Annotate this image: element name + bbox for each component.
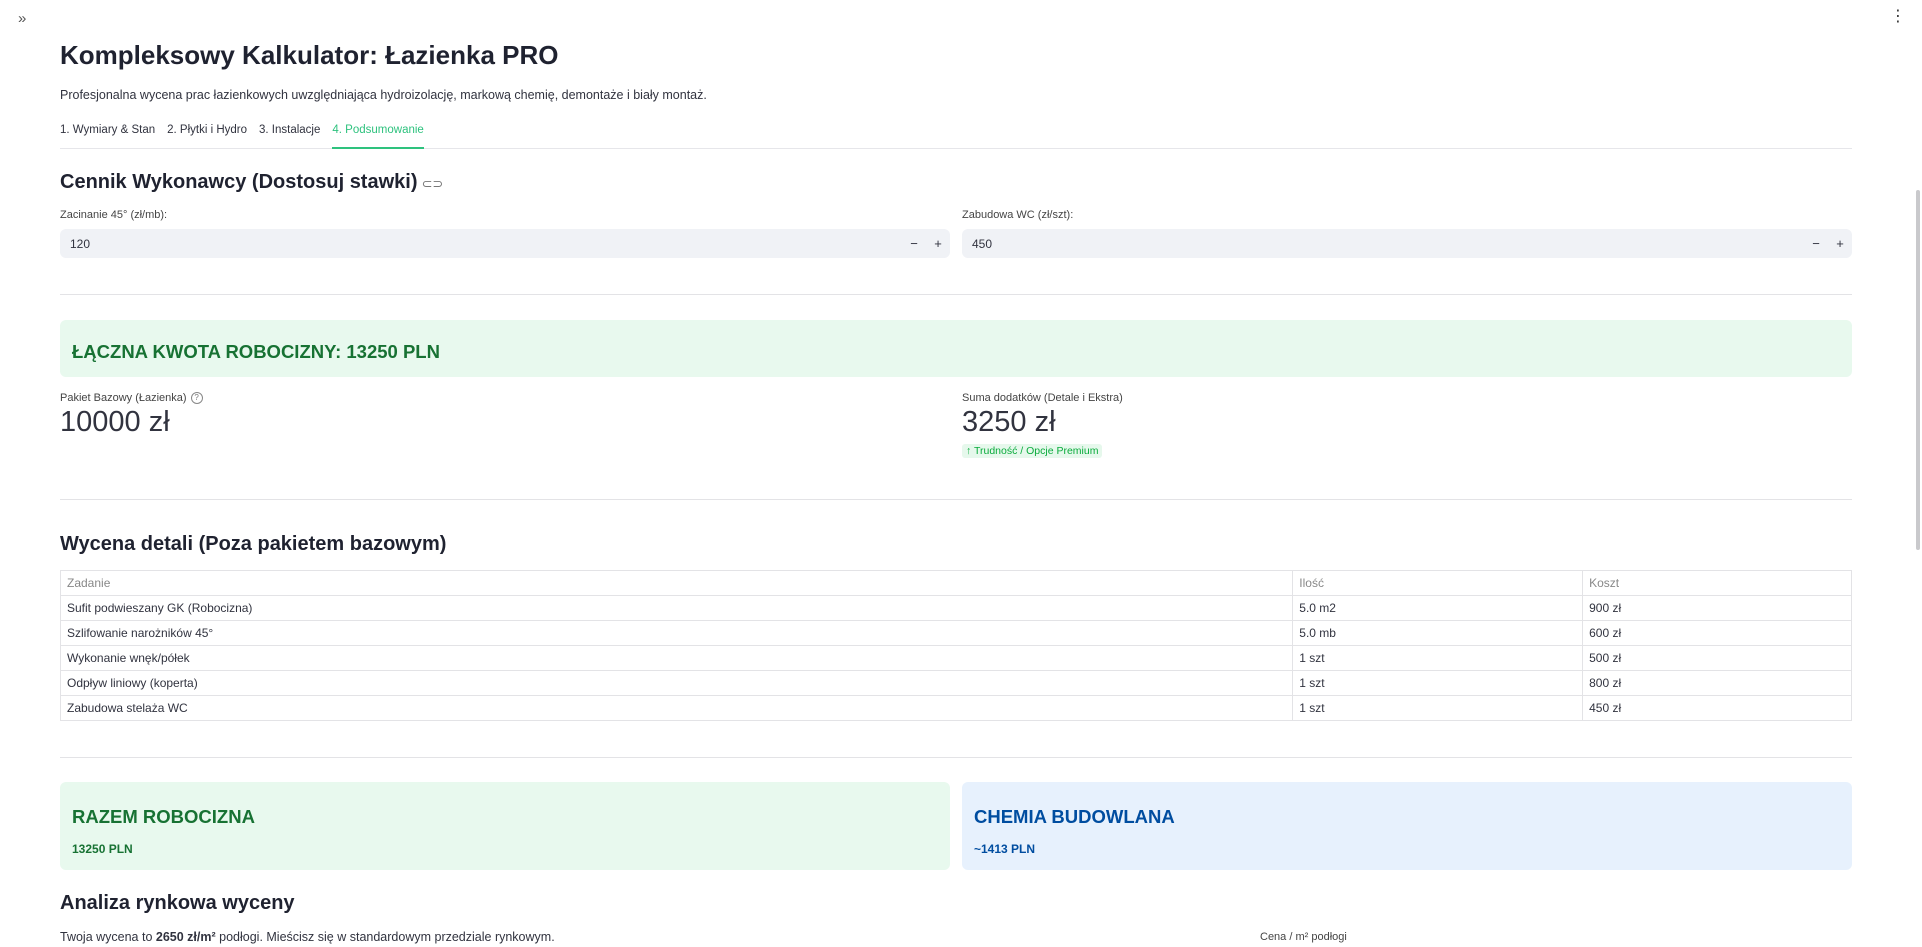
base-package-value: 10000 zł	[60, 406, 170, 438]
table-row: Szlifowanie narożników 45° 5.0 mb 600 zł	[60, 620, 1852, 646]
table-cell[interactable]: 5.0 m2	[1292, 595, 1584, 621]
table-row: Odpływ liniowy (koperta) 1 szt 800 zł	[60, 670, 1852, 696]
table-cell[interactable]: 800 zł	[1582, 670, 1852, 696]
help-icon[interactable]: ?	[190, 392, 203, 405]
pricing-title-text: Cennik Wykonawcy (Dostosuj stawki)	[60, 171, 418, 193]
extras-delta-badge: ↑ Trudność / Opcje Premium	[962, 444, 1103, 458]
tab-podsumowanie[interactable]: 4. Podsumowanie	[332, 120, 424, 149]
tab-wymiary[interactable]: 1. Wymiary & Stan	[60, 120, 155, 147]
base-package-label: Pakiet Bazowy (Łazienka)?	[60, 392, 203, 405]
zacinanie-increment-button[interactable]: +	[926, 236, 950, 251]
main-menu-icon[interactable]: ⋮	[1890, 9, 1906, 25]
divider	[60, 757, 1852, 758]
pricing-section-title: Cennik Wykonawcy (Dostosuj stawki) ⊂⊃	[60, 171, 443, 194]
column-header-zadanie[interactable]: Zadanie	[60, 570, 1294, 596]
anchor-link-icon[interactable]: ⊂⊃	[422, 176, 444, 191]
total-labor-text: ŁĄCZNA KWOTA ROBOCIZNY: 13250 PLN	[72, 341, 440, 362]
labor-total-value: 13250 PLN	[72, 842, 133, 856]
sidebar-expand-icon[interactable]: »	[18, 10, 26, 27]
table-cell[interactable]: 5.0 mb	[1292, 620, 1584, 646]
table-cell[interactable]: Odpływ liniowy (koperta)	[60, 670, 1294, 696]
page-scrollbar[interactable]	[1916, 190, 1920, 550]
chemistry-value: ~1413 PLN	[974, 842, 1036, 856]
zabudowa-wc-increment-button[interactable]: +	[1828, 236, 1852, 251]
details-section-title: Wycena detali (Poza pakietem bazowym)	[60, 533, 447, 555]
table-cell[interactable]: 450 zł	[1582, 695, 1852, 721]
column-header-koszt[interactable]: Koszt	[1582, 570, 1852, 596]
table-cell[interactable]: 600 zł	[1582, 620, 1852, 646]
zacinanie-input-value[interactable]: 120	[60, 237, 902, 251]
table-row: Wykonanie wnęk/półek 1 szt 500 zł	[60, 645, 1852, 671]
zabudowa-wc-label: Zabudowa WC (zł/szt):	[962, 209, 1074, 221]
total-labor-banner: ŁĄCZNA KWOTA ROBOCIZNY: 13250 PLN	[60, 320, 1852, 377]
page-title: Kompleksowy Kalkulator: Łazienka PRO	[60, 40, 559, 70]
analysis-text-after: podłogi. Mieścisz się w standardowym prz…	[215, 930, 555, 944]
divider	[60, 499, 1852, 500]
page-subtitle: Profesjonalna wycena prac łazienkowych u…	[60, 88, 707, 102]
tab-bar: 1. Wymiary & Stan 2. Płytki i Hydro 3. I…	[60, 120, 1852, 149]
zabudowa-wc-decrement-button[interactable]: −	[1804, 236, 1828, 251]
table-cell[interactable]: Wykonanie wnęk/półek	[60, 645, 1294, 671]
table-cell[interactable]: 500 zł	[1582, 645, 1852, 671]
zacinanie-number-input: 120 − +	[60, 229, 950, 258]
price-per-m2-value: 2650 zł/m²	[155, 930, 216, 944]
table-cell[interactable]: 900 zł	[1582, 595, 1852, 621]
extras-sum-value: 3250 zł	[962, 406, 1056, 438]
table-cell[interactable]: Szlifowanie narożników 45°	[60, 620, 1294, 646]
tab-plytki[interactable]: 2. Płytki i Hydro	[167, 120, 247, 147]
price-per-m2-label: Cena / m² podłogi	[1260, 931, 1347, 943]
table-header-row: Zadanie Ilość Koszt	[60, 570, 1852, 596]
base-package-label-text: Pakiet Bazowy (Łazienka)	[60, 392, 187, 404]
analysis-text: Twoja wycena to 2650 zł/m² podłogi. Mieś…	[60, 930, 555, 944]
divider	[60, 294, 1852, 295]
extras-sum-label: Suma dodatków (Detale i Ekstra)	[962, 392, 1123, 404]
zacinanie-label: Zacinanie 45° (zł/mb):	[60, 209, 168, 221]
details-table: Zadanie Ilość Koszt Sufit podwieszany GK…	[60, 570, 1852, 721]
labor-total-card: RAZEM ROBOCIZNA 13250 PLN	[60, 782, 950, 870]
table-cell[interactable]: 1 szt	[1292, 695, 1584, 721]
zabudowa-wc-input-value[interactable]: 450	[962, 237, 1804, 251]
analysis-text-before: Twoja wycena to	[60, 930, 156, 944]
zacinanie-decrement-button[interactable]: −	[902, 236, 926, 251]
zabudowa-wc-number-input: 450 − +	[962, 229, 1852, 258]
analysis-section-title: Analiza rynkowa wyceny	[60, 892, 295, 914]
table-row: Sufit podwieszany GK (Robocizna) 5.0 m2 …	[60, 595, 1852, 621]
table-row: Zabudowa stelaża WC 1 szt 450 zł	[60, 695, 1852, 721]
tab-instalacje[interactable]: 3. Instalacje	[259, 120, 320, 147]
table-cell[interactable]: Zabudowa stelaża WC	[60, 695, 1294, 721]
column-header-ilosc[interactable]: Ilość	[1292, 570, 1584, 596]
table-cell[interactable]: Sufit podwieszany GK (Robocizna)	[60, 595, 1294, 621]
table-cell[interactable]: 1 szt	[1292, 670, 1584, 696]
labor-total-title: RAZEM ROBOCIZNA	[72, 806, 255, 827]
chemistry-title: CHEMIA BUDOWLANA	[974, 806, 1175, 827]
chemistry-card: CHEMIA BUDOWLANA ~1413 PLN	[962, 782, 1852, 870]
table-cell[interactable]: 1 szt	[1292, 645, 1584, 671]
